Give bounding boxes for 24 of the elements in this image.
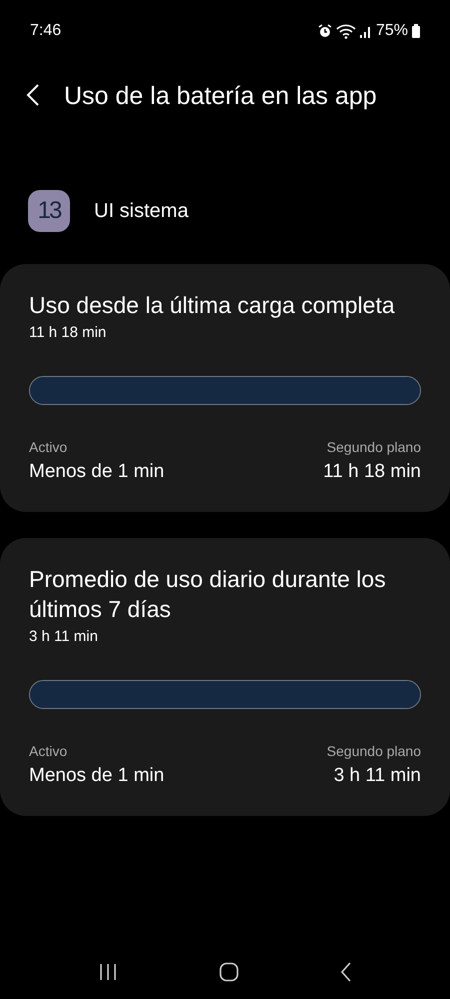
alarm-icon (318, 24, 332, 38)
app-name: UI sistema (94, 199, 188, 224)
back-button[interactable] (26, 83, 40, 108)
usage-total: 11 h 18 min (29, 323, 108, 343)
home-button[interactable] (218, 960, 239, 984)
app-icon: 13 (28, 190, 70, 232)
battery-icon (412, 24, 420, 38)
status-time: 7:46 (30, 21, 62, 41)
signal-icon (360, 24, 372, 38)
battery-percent: 75% (376, 21, 408, 41)
background-label: Segundo plano (326, 742, 421, 761)
card-title: Uso desde la última carga completa (29, 291, 396, 320)
background-value: 11 h 18 min (323, 460, 421, 484)
card-title: Promedio de uso diario durante los últimos 7 días (29, 565, 387, 624)
active-value: Menos de 1 min (29, 764, 164, 788)
background-label: Segundo plano (326, 438, 421, 457)
page-title: Uso de la batería en las app (64, 81, 377, 112)
active-label: Activo (29, 438, 68, 456)
back-nav-button[interactable] (340, 960, 352, 984)
wifi-icon (336, 24, 356, 38)
usage-total: 3 h 11 min (29, 627, 99, 647)
background-value: 3 h 11 min (332, 764, 421, 788)
active-label: Activo (29, 742, 68, 760)
active-value: Menos de 1 min (29, 460, 164, 484)
